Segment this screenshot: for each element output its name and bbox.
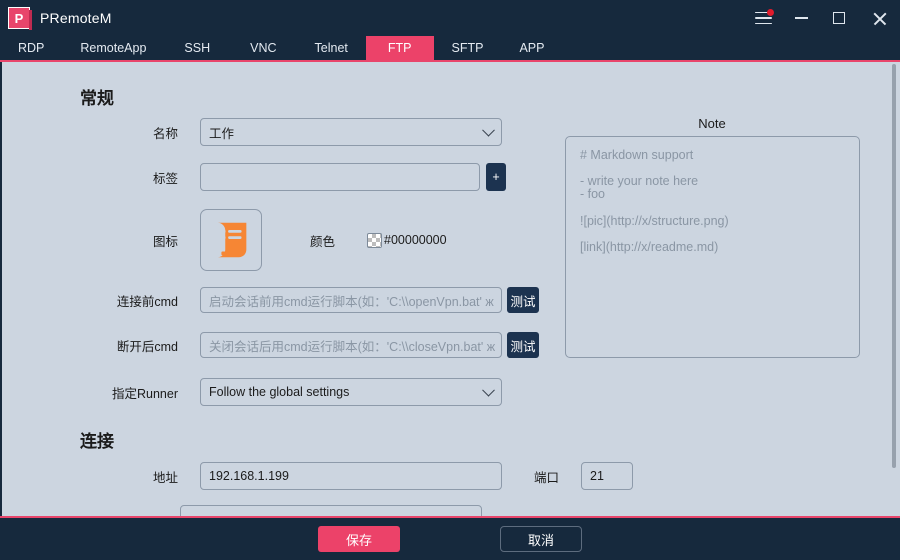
icon-row: 图标 颜色 #00000000 bbox=[102, 209, 447, 271]
notification-dot-icon bbox=[766, 8, 774, 16]
tab-label: SFTP bbox=[451, 41, 484, 55]
minimize-icon bbox=[794, 17, 808, 19]
name-row: 名称 工作 bbox=[102, 118, 502, 146]
tab-ftp[interactable]: FTP bbox=[365, 36, 434, 60]
maximize-icon bbox=[833, 12, 845, 24]
tags-label: 标签 bbox=[152, 171, 178, 186]
runner-row: 指定Runner Follow the global settings bbox=[72, 378, 502, 406]
scrollbar-thumb[interactable] bbox=[892, 64, 896, 468]
cancel-button[interactable]: 取消 bbox=[500, 526, 582, 552]
post-command-test-button[interactable]: 测试 bbox=[507, 332, 539, 358]
post-command-row: 断开后cmd 关闭会话后用cmd运行脚本(如：'C:\\closeVpn.bat… bbox=[72, 332, 539, 358]
protocol-tab-bar: RDP RemoteApp SSH VNC Telnet FTP SFTP AP… bbox=[0, 36, 900, 62]
maximize-button[interactable] bbox=[820, 0, 858, 36]
app-logo: P bbox=[8, 7, 32, 30]
tab-rdp[interactable]: RDP bbox=[0, 36, 62, 60]
note-title: Note bbox=[698, 116, 726, 131]
tab-label: RDP bbox=[18, 41, 45, 55]
next-field-input[interactable] bbox=[180, 505, 482, 516]
settings-panel: 常规 名称 工作 标签 + 图标 颜色 #00000000 连接前cmd 启动会… bbox=[0, 62, 900, 516]
name-select[interactable]: 工作 bbox=[200, 118, 502, 146]
tab-label: VNC bbox=[250, 41, 277, 55]
title-bar: P PRemoteM bbox=[0, 0, 900, 36]
runner-select[interactable]: Follow the global settings bbox=[200, 378, 502, 406]
tab-label: FTP bbox=[387, 41, 412, 55]
pre-command-input[interactable]: 启动会话前用cmd运行脚本(如：'C:\\openVpn.bat' ж bbox=[200, 287, 502, 313]
color-label: 颜色 bbox=[310, 234, 336, 249]
name-label: 名称 bbox=[152, 126, 178, 141]
post-command-label: 断开后cmd bbox=[116, 339, 178, 354]
footer-bar: 保存 取消 bbox=[0, 516, 900, 560]
color-value: #00000000 bbox=[384, 233, 447, 247]
save-button[interactable]: 保存 bbox=[318, 526, 400, 552]
tab-label: SSH bbox=[184, 41, 211, 55]
tags-row: 标签 + bbox=[102, 163, 506, 191]
post-command-input[interactable]: 关闭会话后用cmd运行脚本(如：'C:\\closeVpn.bat' ж bbox=[200, 332, 502, 358]
tab-remoteapp[interactable]: RemoteApp bbox=[62, 36, 164, 60]
tab-vnc[interactable]: VNC bbox=[230, 36, 296, 60]
icon-label: 图标 bbox=[152, 234, 178, 249]
orange-scroll-document-icon bbox=[217, 222, 247, 258]
pre-command-label: 连接前cmd bbox=[116, 294, 178, 309]
pre-command-row: 连接前cmd 启动会话前用cmd运行脚本(如：'C:\\openVpn.bat'… bbox=[72, 287, 539, 313]
color-swatch-button[interactable] bbox=[367, 232, 383, 248]
connection-section-heading: 连接 bbox=[80, 432, 114, 451]
tab-label: Telnet bbox=[314, 41, 348, 55]
tab-ssh[interactable]: SSH bbox=[164, 36, 230, 60]
address-label: 地址 bbox=[152, 470, 178, 485]
address-input[interactable]: 192.168.1.199 bbox=[200, 462, 502, 490]
close-button[interactable] bbox=[858, 0, 900, 36]
close-icon bbox=[872, 11, 887, 26]
tab-app[interactable]: APP bbox=[501, 36, 562, 60]
app-logo-letter: P bbox=[9, 8, 32, 30]
app-title: PRemoteM bbox=[40, 10, 112, 26]
vertical-scrollbar[interactable] bbox=[890, 62, 898, 516]
address-row: 地址 192.168.1.199 端口 21 bbox=[102, 462, 634, 490]
tab-sftp[interactable]: SFTP bbox=[434, 36, 502, 60]
port-label: 端口 bbox=[534, 470, 560, 485]
tab-label: RemoteApp bbox=[80, 41, 147, 55]
pre-command-test-button[interactable]: 测试 bbox=[507, 287, 539, 313]
general-section-heading: 常规 bbox=[80, 89, 114, 108]
note-textarea[interactable]: # Markdown support - write your note her… bbox=[565, 136, 860, 358]
premotem-window: P PRemoteM RDP RemoteApp SSH VNC Telnet … bbox=[0, 0, 900, 560]
port-input[interactable]: 21 bbox=[581, 462, 634, 490]
tab-label: APP bbox=[519, 41, 545, 55]
hamburger-icon bbox=[754, 8, 774, 25]
icon-preview-button[interactable] bbox=[200, 209, 262, 271]
runner-label: 指定Runner bbox=[112, 386, 178, 401]
window-controls bbox=[744, 0, 900, 36]
add-tag-button[interactable]: + bbox=[486, 163, 506, 191]
tags-input[interactable] bbox=[200, 163, 480, 191]
minimize-button[interactable] bbox=[782, 0, 820, 36]
hamburger-menu-button[interactable] bbox=[744, 0, 782, 36]
tab-telnet[interactable]: Telnet bbox=[297, 36, 366, 60]
